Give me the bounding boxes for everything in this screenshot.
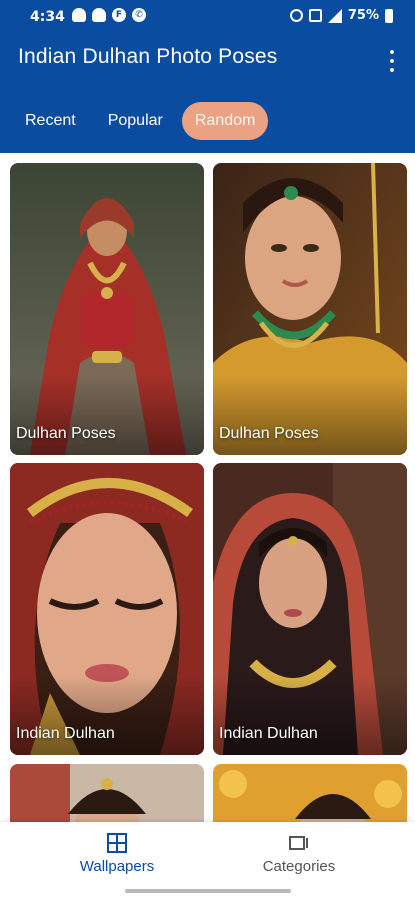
grid-icon — [107, 833, 127, 853]
card-title: Dulhan Poses — [219, 425, 319, 442]
tab-bar: Recent Popular Random — [12, 102, 269, 140]
nav-label: Wallpapers — [79, 858, 155, 875]
bride-photo — [213, 764, 407, 822]
bottom-navigation: Wallpapers Categories — [0, 822, 415, 900]
data-saver-icon — [308, 9, 322, 22]
app-header: 4:34 F ✆ 75% Indian Dulhan Photo Poses R… — [0, 0, 415, 153]
bride-photo — [10, 764, 204, 822]
nav-label: Categories — [262, 858, 336, 875]
tab-random[interactable]: Random — [181, 102, 269, 140]
card-title: Indian Dulhan — [16, 725, 115, 742]
card-title: Indian Dulhan — [219, 725, 318, 742]
gesture-bar[interactable] — [125, 889, 291, 893]
wallpaper-card[interactable] — [10, 764, 204, 822]
signal-icon — [327, 8, 342, 23]
notification-icons: F ✆ — [72, 8, 146, 22]
nav-wallpapers[interactable]: Wallpapers — [27, 832, 207, 875]
more-vert-icon[interactable] — [389, 50, 395, 72]
whatsapp-icon: ✆ — [132, 8, 146, 22]
page-title: Indian Dulhan Photo Poses — [18, 45, 278, 68]
battery-percent: 75% — [347, 8, 379, 23]
wallpaper-card[interactable] — [213, 764, 407, 822]
wallpaper-card[interactable]: Indian Dulhan — [213, 463, 407, 755]
wallpaper-card[interactable]: Dulhan Poses — [213, 163, 407, 455]
alarm-icon — [289, 9, 303, 22]
wallpaper-card[interactable]: Indian Dulhan — [10, 463, 204, 755]
snapchat-icon — [92, 8, 106, 22]
flipboard-icon: F — [112, 8, 126, 22]
system-icons: 75% — [289, 8, 393, 23]
battery-icon — [385, 8, 393, 23]
wallpaper-grid: Dulhan Poses Dulhan Poses Indian Dulhan … — [0, 153, 415, 822]
card-title: Dulhan Poses — [16, 425, 116, 442]
snapchat-icon — [72, 8, 86, 22]
categories-icon — [289, 836, 308, 850]
status-bar: 4:34 F ✆ 75% — [0, 0, 415, 34]
tab-recent[interactable]: Recent — [12, 102, 89, 140]
tab-popular[interactable]: Popular — [95, 102, 176, 140]
wallpaper-card[interactable]: Dulhan Poses — [10, 163, 204, 455]
status-time: 4:34 — [30, 9, 65, 25]
nav-categories[interactable]: Categories — [209, 832, 389, 875]
app-root: 4:34 F ✆ 75% Indian Dulhan Photo Poses R… — [0, 0, 415, 900]
